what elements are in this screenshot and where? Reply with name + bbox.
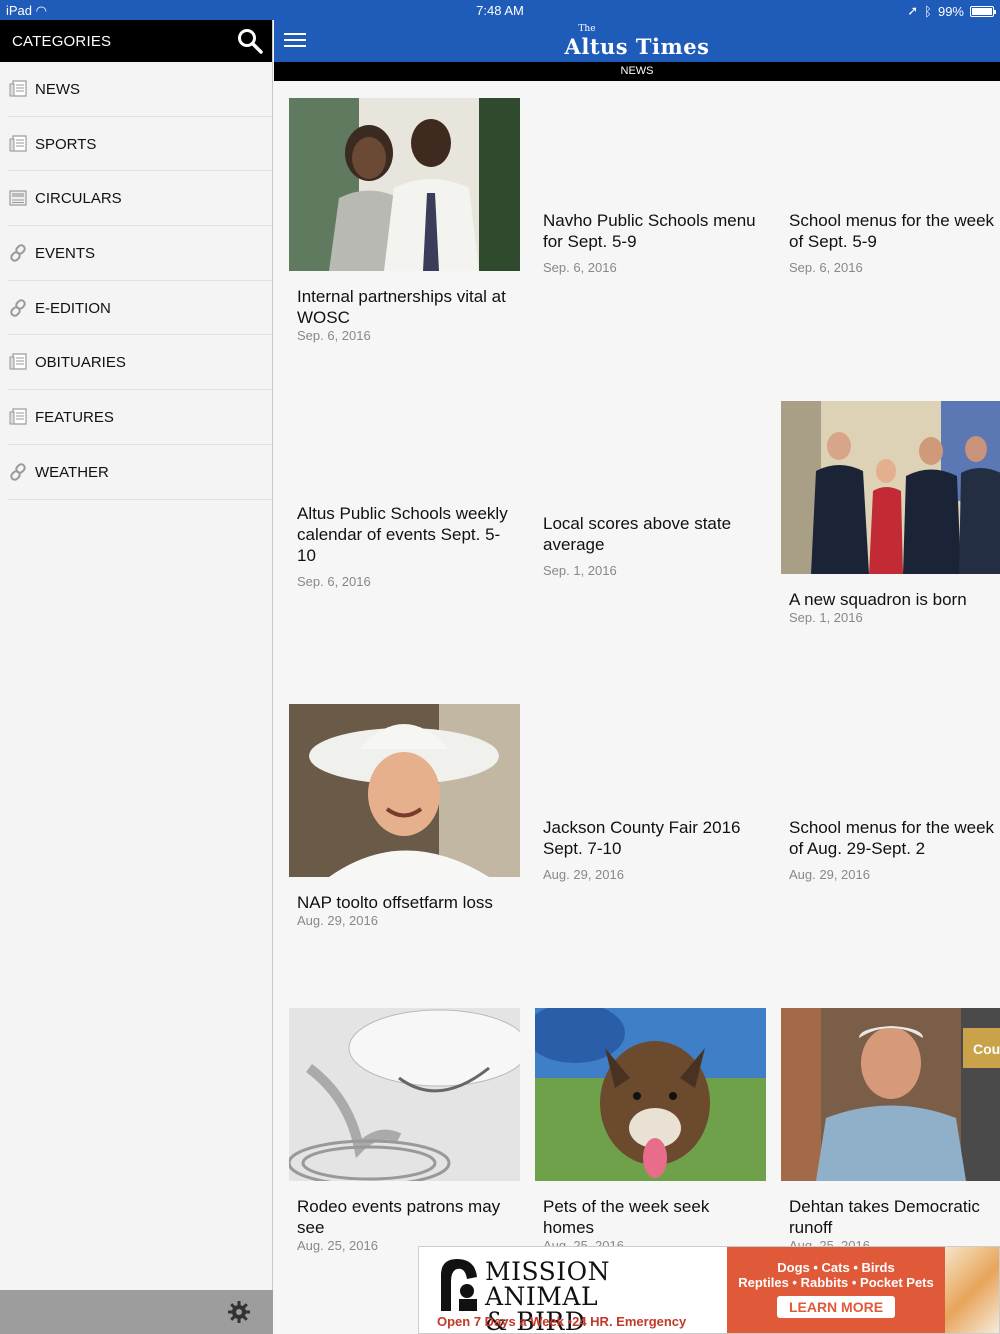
- link-icon: [10, 299, 26, 317]
- device-label: iPad ◠: [6, 3, 47, 18]
- newspaper-icon: [9, 135, 27, 152]
- article-headline: School menus for the week of Aug. 29-Sep…: [789, 818, 995, 858]
- sidebar-item-sports[interactable]: SPORTS: [8, 117, 272, 172]
- cat-photo: [945, 1247, 999, 1333]
- location-arrow-icon: ➚: [907, 3, 919, 18]
- article-card[interactable]: Local scores above state average Sep. 1,…: [535, 513, 766, 578]
- sidebar-item-label: WEATHER: [35, 463, 109, 481]
- article-date: Sep. 1, 2016: [543, 563, 617, 578]
- article-card[interactable]: Internal partnerships vital at WOSC Sep.…: [289, 98, 520, 343]
- sidebar-item-news[interactable]: NEWS: [8, 62, 272, 117]
- ad-services: Dogs • Cats • Birds Reptiles • Rabbits •…: [727, 1247, 945, 1333]
- cowboy-photo: [289, 704, 520, 877]
- article-card[interactable]: A new squadron is born Sep. 1, 2016: [781, 401, 1000, 625]
- article-date: Aug. 29, 2016: [297, 913, 378, 928]
- article-card[interactable]: School menus for the week of Sept. 5-9 S…: [781, 210, 1000, 275]
- sidebar-footer: [0, 1290, 273, 1334]
- article-headline: School menus for the week of Sept. 5-9: [789, 211, 995, 251]
- circular-icon: [9, 190, 27, 206]
- ad-animals-line2: Reptiles • Rabbits • Pocket Pets: [738, 1275, 934, 1290]
- article-date: Sep. 6, 2016: [789, 260, 863, 275]
- article-date: Aug. 29, 2016: [789, 867, 870, 882]
- article-card[interactable]: Jackson County Fair 2016 Sept. 7-10 Aug.…: [535, 817, 766, 882]
- ad-hours: Open 7 Days a Week •24 HR. Emergency: [437, 1314, 687, 1329]
- article-card[interactable]: School menus for the week of Aug. 29-Sep…: [781, 817, 1000, 882]
- newspaper-icon: [9, 408, 27, 425]
- sign-text: Cou: [973, 1041, 1000, 1057]
- gear-icon[interactable]: [227, 1300, 251, 1324]
- article-date: Sep. 6, 2016: [297, 574, 371, 589]
- ad-banner[interactable]: MISSION ANIMAL & BIRD HOSPITAL Open 7 Da…: [418, 1246, 1000, 1334]
- article-card[interactable]: Altus Public Schools weekly calendar of …: [289, 503, 520, 589]
- category-list: NEWS SPORTS CIRCULARS EVENTS E-EDITION O…: [0, 62, 272, 500]
- masthead-logo: The Altus Times: [564, 24, 710, 59]
- sidebar-item-obituaries[interactable]: OBITUARIES: [8, 335, 272, 391]
- hat-rope-photo: [287, 1008, 530, 1187]
- military-photo: [781, 401, 1000, 574]
- sidebar-item-label: CIRCULARS: [35, 190, 122, 208]
- bluetooth-icon: ᛒ: [924, 3, 932, 19]
- sidebar-item-events[interactable]: EVENTS: [8, 226, 272, 281]
- sidebar-item-features[interactable]: FEATURES: [8, 390, 272, 445]
- section-title: NEWS: [274, 62, 1000, 81]
- article-headline: A new squadron is born: [789, 590, 967, 609]
- ad-logo-block: MISSION ANIMAL & BIRD HOSPITAL Open 7 Da…: [419, 1247, 727, 1333]
- animal-logo-icon: [441, 1259, 477, 1311]
- link-icon: [10, 244, 26, 262]
- article-date: Aug. 29, 2016: [543, 867, 624, 882]
- newspaper-icon: [9, 353, 27, 371]
- article-card[interactable]: NAP toolto offsetfarm loss Aug. 29, 2016: [289, 704, 520, 928]
- battery-percent: 99%: [937, 3, 964, 19]
- status-bar: iPad ◠ 7:48 AM ➚ ᛒ 99%: [0, 0, 1000, 20]
- battery-icon: [970, 5, 996, 17]
- ad-animals-line1: Dogs • Cats • Birds: [777, 1260, 895, 1275]
- article-feed: Internal partnerships vital at WOSC Sep.…: [274, 81, 1000, 1334]
- article-card[interactable]: Navho Public Schools menu for Sept. 5-9 …: [535, 210, 766, 275]
- sidebar-item-label: OBITUARIES: [35, 354, 126, 372]
- status-right: ➚ ᛒ 99%: [907, 3, 996, 19]
- article-headline: Dehtan takes Democratic runoff: [789, 1197, 980, 1237]
- article-headline: Rodeo events patrons may see: [297, 1197, 501, 1237]
- sidebar-item-label: NEWS: [35, 81, 80, 98]
- article-headline: Pets of the week seek homes: [543, 1197, 710, 1237]
- article-headline: NAP toolto offsetfarm loss: [297, 893, 493, 912]
- sidebar-item-label: SPORTS: [35, 135, 97, 153]
- sidebar-item-e-edition[interactable]: E-EDITION: [8, 281, 272, 336]
- app-header: The Altus Times: [274, 20, 1000, 62]
- link-icon: [10, 463, 26, 481]
- sidebar-item-label: FEATURES: [35, 409, 114, 427]
- wifi-icon: ◠: [35, 3, 47, 18]
- article-headline: Internal partnerships vital at WOSC: [297, 287, 506, 327]
- article-date: Sep. 1, 2016: [789, 610, 863, 625]
- sidebar-title: CATEGORIES: [12, 33, 112, 50]
- article-headline: Local scores above state average: [543, 514, 732, 554]
- dog-photo: [525, 1003, 766, 1181]
- couple-photo: [289, 98, 520, 271]
- article-card[interactable]: Pets of the week seek homes Aug. 25, 201…: [525, 1003, 766, 1253]
- sidebar-item-circulars[interactable]: CIRCULARS: [8, 171, 272, 227]
- sidebar-item-label: EVENTS: [35, 245, 96, 263]
- article-headline: Altus Public Schools weekly calendar of …: [297, 504, 508, 565]
- article-headline: Jackson County Fair 2016 Sept. 7-10: [543, 818, 741, 858]
- article-headline: Navho Public Schools menu for Sept. 5-9: [543, 211, 756, 251]
- article-card[interactable]: Cou Dehtan takes Democratic runoff Aug. …: [781, 1008, 1000, 1253]
- categories-sidebar: CATEGORIES NEWS SPORTS CIRCULARS EVENTS …: [0, 20, 273, 1334]
- sidebar-item-weather[interactable]: WEATHER: [8, 445, 272, 500]
- article-date: Sep. 6, 2016: [297, 328, 371, 343]
- sidebar-item-label: E-EDITION: [35, 299, 111, 317]
- article-card[interactable]: Rodeo events patrons may see Aug. 25, 20…: [287, 1008, 530, 1253]
- newspaper-icon: [9, 80, 27, 97]
- article-date: Sep. 6, 2016: [543, 260, 617, 275]
- man-photo: Cou: [781, 1008, 1000, 1181]
- status-time: 7:48 AM: [476, 3, 524, 18]
- learn-more-button[interactable]: LEARN MORE: [776, 1296, 896, 1318]
